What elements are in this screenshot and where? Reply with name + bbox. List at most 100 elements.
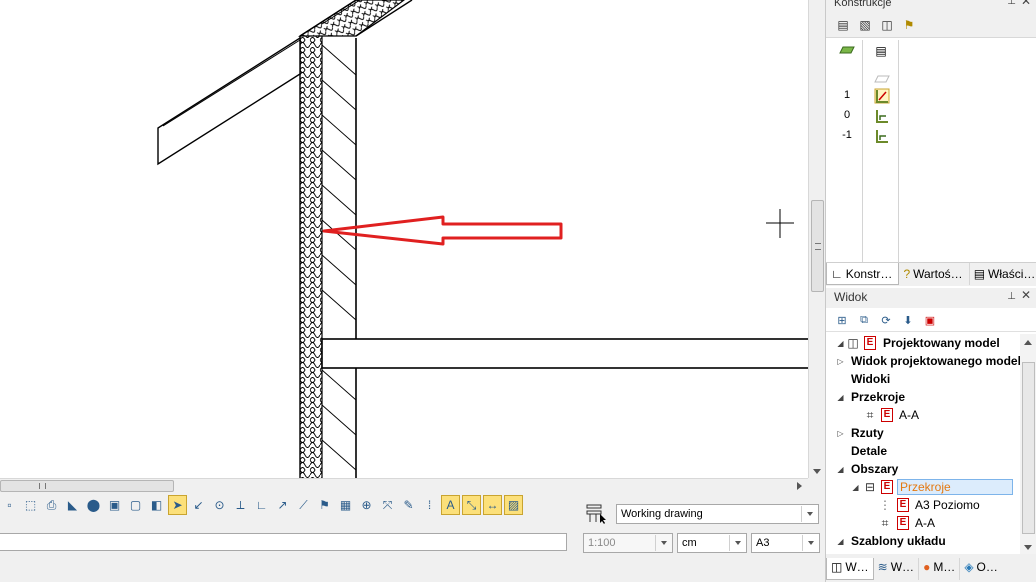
tree-node-root[interactable]: ◢ ◫ E Projektowany model <box>826 334 1020 352</box>
level-number: 0 <box>843 109 851 121</box>
storey-icon[interactable] <box>874 108 890 124</box>
pin-icon[interactable]: ⊥ <box>1007 0 1016 7</box>
format-select[interactable]: A3 <box>751 533 820 553</box>
structure-open-icon[interactable]: ▤ <box>834 16 852 34</box>
tab-wlasciwosci[interactable]: ▤ Właści… <box>970 263 1036 285</box>
pointer-select-icon[interactable]: ➤ <box>168 495 187 515</box>
fence-select-icon[interactable]: ⬚ <box>21 495 40 515</box>
storey-icon[interactable] <box>874 128 890 144</box>
tab-konstrukcje[interactable]: ∟ Konstr… <box>826 263 900 285</box>
collapse-icon[interactable]: ◢ <box>836 537 845 546</box>
grid-icon[interactable]: ▦ <box>336 495 355 515</box>
tab-wartosci[interactable]: ? Wartoś… <box>899 263 970 285</box>
distance-snap-icon[interactable]: ↔ <box>483 495 502 515</box>
chevron-down-icon[interactable] <box>802 535 818 551</box>
snap-angle-icon[interactable]: ↗ <box>273 495 292 515</box>
horizontal-scroll-thumb[interactable] <box>0 480 174 492</box>
drawing-type-select[interactable]: Working drawing <box>616 504 819 524</box>
snap-point-icon[interactable]: ↙ <box>189 495 208 515</box>
model-icon: ◫ <box>847 336 859 350</box>
expand-icon[interactable]: ▷ <box>836 429 845 438</box>
tree-label: Obszary <box>851 462 899 476</box>
snap-center-icon[interactable]: ⊙ <box>210 495 229 515</box>
structure-tree-icon[interactable]: ⚑ <box>900 16 918 34</box>
snap-layer-icon[interactable]: ⚑ <box>315 495 334 515</box>
snap-track-icon[interactable]: ⤧ <box>378 495 397 515</box>
close-icon[interactable]: ✕ <box>1021 286 1031 305</box>
view-tree-scrollbar[interactable] <box>1020 334 1036 554</box>
unit-select[interactable]: cm <box>677 533 747 553</box>
expand-icon[interactable]: ▷ <box>836 357 845 366</box>
tree-node-areas-sections[interactable]: ◢ ⊟ E Przekroje <box>826 478 1020 496</box>
view-tree: ◢ ◫ E Projektowany model ▷ Widok projekt… <box>826 334 1028 550</box>
command-input[interactable] <box>0 533 567 551</box>
unit-value: cm <box>682 537 697 549</box>
tree-node-views[interactable]: Widoki <box>826 370 1020 388</box>
tree-label: A-A <box>915 516 936 530</box>
scroll-down-icon[interactable] <box>1024 545 1032 550</box>
dimension-snap-icon[interactable]: ⤡ <box>462 495 481 515</box>
collapse-icon[interactable]: ◢ <box>836 339 845 348</box>
view-copy-icon[interactable]: ⧉ <box>856 312 872 328</box>
collapse-icon[interactable]: ◢ <box>851 483 860 492</box>
tab-label: W… <box>845 560 869 574</box>
close-icon[interactable]: ✕ <box>1021 0 1031 7</box>
floor-slab <box>321 338 808 369</box>
panel-title: Konstrukcje <box>834 0 892 9</box>
print-icon[interactable]: ⎙ <box>42 495 61 515</box>
objects-tab-icon: ◈ <box>964 560 974 574</box>
collapse-icon[interactable]: ◢ <box>836 465 845 474</box>
chevron-down-icon[interactable] <box>801 506 817 522</box>
tree-node-areas-aa[interactable]: ⌗ E A-A <box>826 514 1020 532</box>
tree-node-details[interactable]: Detale <box>826 442 1020 460</box>
view-tree-scroll-thumb[interactable] <box>1022 362 1035 534</box>
tree-node-areas[interactable]: ◢ Obszary <box>826 460 1020 478</box>
chevron-down-icon[interactable] <box>729 535 745 551</box>
tree-node-plans[interactable]: ▷ Rzuty <box>826 424 1020 442</box>
snap-object-icon[interactable]: ⊕ <box>357 495 376 515</box>
view-update-icon[interactable]: ⟳ <box>878 312 894 328</box>
tab-widok[interactable]: ◫ W… <box>826 558 874 580</box>
tree-node-layout-templates[interactable]: ◢ Szablony układu <box>826 532 1020 550</box>
tab-warstwy[interactable]: ≋ W… <box>874 558 920 580</box>
tree-node-a3-horizontal[interactable]: ⋮ E A3 Poziomo <box>826 496 1020 514</box>
window-select-icon[interactable]: ▫ <box>0 495 19 515</box>
structure-project-icon[interactable]: ▧ <box>856 16 874 34</box>
snap-intersection-icon[interactable]: ⟂ <box>231 495 250 515</box>
bottom-toolbar: ▫ ⬚ ⎙ ◣ ⬤ ▣ ▢ ◧ ➤ ↙ ⊙ ⟂ ∟ ↗ ⟋ ⚑ ▦ ⊕ ⤧ ✎ ⁞ A ⤡ ↔ ▨ Working drawin… <box>0 493 825 582</box>
box-shaded-icon[interactable]: ▣ <box>105 495 124 515</box>
tree-node-sections[interactable]: ◢ Przekroje <box>826 388 1020 406</box>
vertical-scroll-thumb[interactable] <box>811 200 824 292</box>
canvas-vertical-scrollbar[interactable] <box>808 0 825 478</box>
tree-label: Przekroje <box>851 390 906 404</box>
scroll-down-icon[interactable] <box>813 469 821 474</box>
hatch-snap-icon[interactable]: ▨ <box>504 495 523 515</box>
surface-fill-icon[interactable]: ◣ <box>63 495 82 515</box>
view-download-icon[interactable]: ⬇ <box>900 312 916 328</box>
wireframe-icon[interactable]: ▢ <box>126 495 145 515</box>
view-new-icon[interactable]: ⊞ <box>834 312 850 328</box>
scale-select[interactable]: 1:100 <box>583 533 673 553</box>
snap-node-icon[interactable]: ✎ <box>399 495 418 515</box>
canvas-horizontal-scrollbar[interactable] <box>0 478 808 493</box>
structure-3d-icon[interactable]: ◫ <box>878 16 896 34</box>
text-snap-icon[interactable]: A <box>441 495 460 515</box>
scroll-right-icon[interactable] <box>797 482 802 490</box>
tree-node-model-view[interactable]: ▷ Widok projektowanego modelu <box>826 352 1028 370</box>
snap-perpendicular-icon[interactable]: ∟ <box>252 495 271 515</box>
scroll-up-icon[interactable] <box>1024 340 1032 345</box>
chevron-down-icon[interactable] <box>655 535 671 551</box>
collapse-icon[interactable]: ◢ <box>836 393 845 402</box>
tree-node-section-aa[interactable]: ⌗ E A-A <box>826 406 1020 424</box>
drawing-canvas[interactable] <box>0 0 808 478</box>
tab-obiekty[interactable]: ◈ O… <box>960 558 1002 580</box>
dotted-grid-icon[interactable]: ⁞ <box>420 495 439 515</box>
shaded-view-icon[interactable]: ⬤ <box>84 495 103 515</box>
drawing-type-icon[interactable] <box>586 502 608 524</box>
pin-icon[interactable]: ⊥ <box>1007 287 1016 306</box>
tab-materialy[interactable]: ● M… <box>919 558 961 580</box>
storey-active-icon[interactable] <box>874 88 890 104</box>
snap-line-icon[interactable]: ⟋ <box>294 495 313 515</box>
save-pdf-icon[interactable]: ▣ <box>922 312 938 328</box>
hidden-line-icon[interactable]: ◧ <box>147 495 166 515</box>
